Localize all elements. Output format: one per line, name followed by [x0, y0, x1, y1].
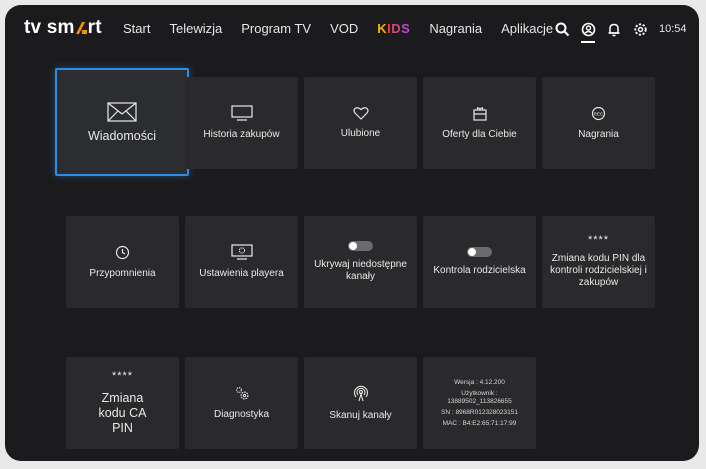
version-text: Wersja : 4.12.200	[454, 378, 505, 386]
mac-address-text: MAC : B4:E2:65:71:17:99	[442, 419, 517, 427]
tile-label: Ulubione	[340, 128, 381, 139]
profile-icon[interactable]	[579, 20, 597, 43]
nav-telewizja[interactable]: Telewizja	[169, 21, 222, 36]
tile-parental-control[interactable]: Kontrola rodzicielska	[423, 216, 536, 308]
tile-recordings[interactable]: REC Nagrania	[542, 77, 655, 169]
search-icon[interactable]	[553, 20, 571, 38]
tile-label: Ustawienia playera	[199, 268, 284, 279]
user-label: Użytkownik :	[461, 389, 498, 397]
tv-smart-logo: tv sm rt	[24, 17, 102, 38]
pin-mask: ****	[587, 234, 610, 246]
tile-hide-channels[interactable]: Ukrywaj niedostępne kanały	[304, 216, 417, 308]
tile-label: Skanuj kanały	[329, 409, 392, 421]
tile-label: Przypomnienia	[89, 267, 156, 279]
clock-icon	[115, 245, 130, 259]
gift-icon	[472, 107, 487, 121]
kids-letter: D	[391, 21, 402, 36]
heart-icon	[352, 107, 369, 120]
tile-messages[interactable]: Wiadomości	[55, 68, 189, 176]
kids-letter: K	[377, 21, 388, 36]
tile-change-ca-pin[interactable]: **** Zmiana kodu CA PIN	[66, 357, 179, 449]
tile-diagnostics[interactable]: Diagnostyka	[185, 357, 298, 449]
nav-program-tv[interactable]: Program TV	[241, 21, 311, 36]
tile-purchase-history[interactable]: Historia zakupów	[185, 77, 298, 169]
header-icons: 10:54	[553, 20, 687, 43]
monitor-icon	[230, 105, 253, 121]
tile-reminders[interactable]: Przypomnienia	[66, 216, 179, 308]
nav-kids[interactable]: KIDS	[377, 21, 410, 36]
main-nav: Start Telewizja Program TV VOD KIDS Nagr…	[123, 21, 572, 36]
tile-label: Wiadomości	[87, 129, 157, 143]
tile-label: Diagnostyka	[213, 409, 270, 420]
player-settings-icon	[230, 244, 253, 260]
gear-icon[interactable]	[631, 20, 649, 38]
tile-change-pin-parental[interactable]: **** Zmiana kodu PIN dla kontroli rodzic…	[542, 216, 655, 308]
device-info: Wersja : 4.12.200 Użytkownik :13889502_1…	[441, 376, 518, 431]
tv-screen: tv sm rt Start Telewizja Program TV VOD K…	[5, 5, 699, 461]
tile-label: Ukrywaj niedostępne kanały	[314, 259, 407, 282]
tile-label: Zmiana kodu PIN dla kontroli rodzicielsk…	[550, 253, 647, 288]
tile-scan-channels[interactable]: Skanuj kanały	[304, 357, 417, 449]
tile-label: Kontrola rodzicielska	[433, 265, 526, 276]
rec-icon: REC	[591, 106, 606, 120]
serial-number-text: SN : 8968R012328023151	[441, 408, 518, 416]
nav-start[interactable]: Start	[123, 21, 150, 36]
tile-player-settings[interactable]: Ustawienia playera	[185, 216, 298, 308]
logo-a-mark-icon	[75, 22, 87, 34]
user-value: 13889502_113826655	[447, 397, 512, 405]
bell-icon[interactable]	[605, 20, 623, 38]
svg-text:REC: REC	[594, 111, 604, 116]
tile-device-info: Wersja : 4.12.200 Użytkownik :13889502_1…	[423, 357, 536, 449]
nav-vod[interactable]: VOD	[330, 21, 358, 36]
parental-control-toggle[interactable]	[467, 247, 492, 257]
kids-letter: S	[401, 21, 411, 36]
clock: 10:54	[659, 23, 687, 35]
hide-channels-toggle[interactable]	[348, 241, 373, 251]
gears-icon	[235, 387, 249, 400]
tile-favorites[interactable]: Ulubione	[304, 77, 417, 169]
nav-aplikacje[interactable]: Aplikacje	[501, 21, 553, 36]
scan-antenna-icon	[353, 385, 368, 401]
nav-nagrania[interactable]: Nagrania	[429, 21, 482, 36]
tile-label: Zmiana kodu CA PIN	[98, 390, 147, 435]
envelope-icon	[107, 102, 137, 122]
tile-label: Historia zakupów	[203, 129, 280, 140]
tile-label: Oferty dla Ciebie	[442, 129, 517, 140]
tile-offers[interactable]: Oferty dla Ciebie	[423, 77, 536, 169]
pin-mask: ****	[111, 369, 134, 382]
tile-label: Nagrania	[578, 128, 619, 140]
top-navigation-bar: tv sm rt Start Telewizja Program TV VOD K…	[5, 5, 699, 51]
